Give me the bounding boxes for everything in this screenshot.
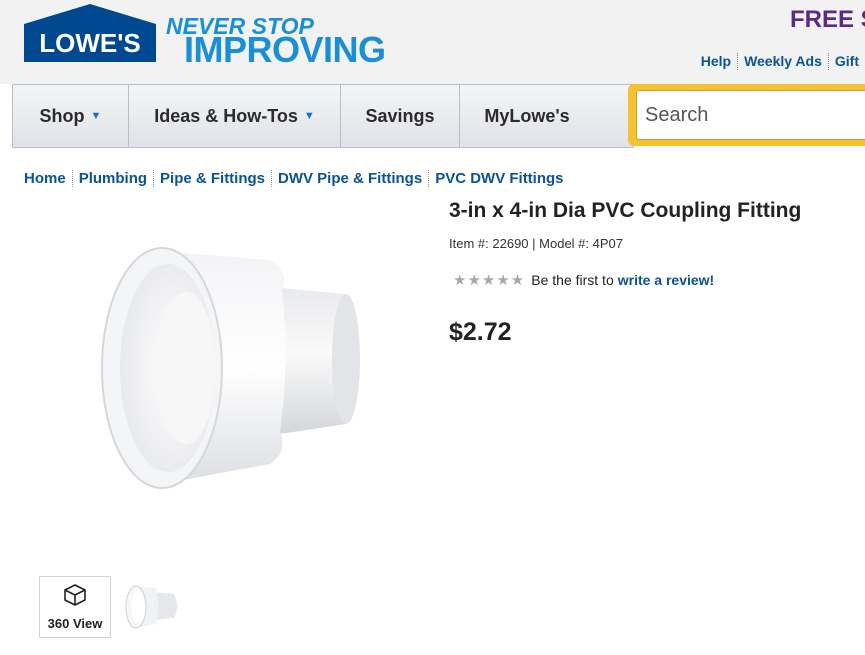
breadcrumb-pipe-fittings[interactable]: Pipe & Fittings	[153, 170, 271, 187]
site-header: LOWE'S NEVER STOP IMPROVING FREE S Help …	[0, 0, 865, 84]
nav-shop-label: Shop	[39, 105, 85, 126]
nav-ideas-howtos[interactable]: Ideas & How-Tos ▼	[129, 85, 341, 147]
tagline-line2: IMPROVING	[184, 29, 386, 70]
search-box	[628, 84, 865, 146]
gift-link[interactable]: Gift	[827, 53, 865, 70]
lowes-logo[interactable]: LOWE'S	[24, 4, 156, 64]
thumbnail-360-view[interactable]: 360 View	[39, 576, 111, 638]
item-number-label: Item #:	[449, 236, 489, 251]
logo-text: LOWE'S	[39, 28, 141, 58]
weekly-ads-link[interactable]: Weekly Ads	[737, 53, 828, 70]
breadcrumb-dwv-pipe-fittings[interactable]: DWV Pipe & Fittings	[271, 170, 428, 187]
rating-row: ★★★★★ Be the first to write a review!	[453, 271, 714, 289]
tagline: NEVER STOP IMPROVING	[166, 14, 406, 68]
model-number: 4P07	[592, 236, 624, 251]
breadcrumb-plumbing[interactable]: Plumbing	[71, 170, 153, 187]
product-meta: Item #: 22690 | Model #: 4P07	[449, 236, 623, 251]
help-link[interactable]: Help	[695, 53, 737, 70]
nav-savings[interactable]: Savings	[341, 85, 460, 147]
thumbnail-360-label: 360 View	[47, 616, 103, 631]
item-number: 22690	[492, 236, 529, 251]
utility-links: Help Weekly Ads Gift	[695, 53, 865, 70]
product-title: 3-in x 4-in Dia PVC Coupling Fitting	[449, 199, 802, 222]
breadcrumb-pvc-dwv-fittings[interactable]: PVC DWV Fittings	[428, 170, 569, 187]
breadcrumb: Home Plumbing Pipe & Fittings DWV Pipe &…	[24, 170, 570, 187]
nav-shop[interactable]: Shop ▼	[13, 85, 129, 147]
breadcrumb-home[interactable]: Home	[24, 170, 72, 187]
rating-stars-icon: ★★★★★	[453, 272, 526, 289]
nav-bar: Shop ▼ Ideas & How-Tos ▼ Savings MyLowe'…	[12, 84, 634, 148]
chevron-down-icon: ▼	[90, 110, 102, 122]
nav-ideas-label: Ideas & How-Tos	[154, 105, 298, 126]
product-main-image[interactable]	[90, 220, 380, 510]
write-review-link[interactable]: write a review!	[618, 272, 715, 288]
review-prompt: Be the first to	[531, 272, 614, 288]
cube-icon	[40, 583, 110, 612]
chevron-down-icon: ▼	[303, 110, 315, 122]
promo-banner[interactable]: FREE S	[790, 6, 865, 34]
product-price: $2.72	[449, 318, 512, 346]
thumbnail-product-image[interactable]	[122, 580, 182, 632]
nav-savings-label: Savings	[365, 105, 435, 126]
main-nav: Shop ▼ Ideas & How-Tos ▼ Savings MyLowe'…	[12, 84, 865, 148]
search-input[interactable]	[636, 90, 865, 140]
nav-mylowes-label: MyLowe's	[484, 105, 570, 126]
nav-mylowes[interactable]: MyLowe's	[460, 85, 594, 147]
model-number-label: Model #:	[539, 236, 590, 251]
